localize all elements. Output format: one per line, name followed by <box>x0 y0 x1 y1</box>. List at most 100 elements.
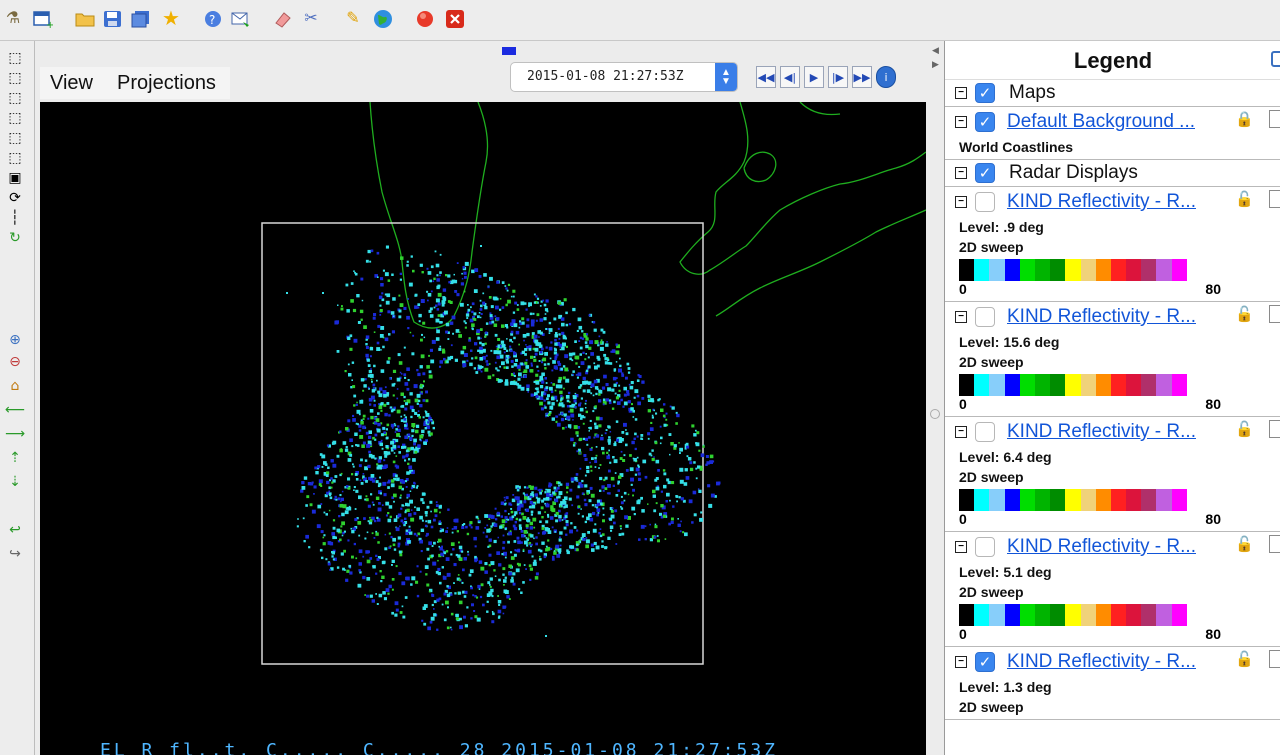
slider-icon[interactable]: ┆ <box>4 209 26 227</box>
wand-icon[interactable]: ⚗ <box>2 8 24 30</box>
trash-icon[interactable] <box>1269 305 1280 323</box>
echo-pixel <box>637 401 641 406</box>
lock-icon[interactable]: 🔓 <box>1235 190 1254 208</box>
save-icon[interactable] <box>102 8 124 30</box>
pan-up-icon[interactable]: ⇡ <box>4 449 26 467</box>
home-icon[interactable]: ⌂ <box>4 377 26 395</box>
echo-pixel <box>366 531 369 534</box>
collapse-icon[interactable]: − <box>955 541 967 553</box>
view-west-icon[interactable]: ⬚ <box>4 149 26 167</box>
radar-layer-checkbox[interactable] <box>975 307 995 327</box>
echo-pixel <box>551 526 554 529</box>
lock-icon[interactable]: 🔓 <box>1235 535 1254 553</box>
favorite-star-icon[interactable]: ★ <box>160 8 182 30</box>
collapse-right-icon[interactable]: ▶ <box>932 59 939 70</box>
collapse-icon[interactable]: − <box>955 87 967 99</box>
globe-icon[interactable] <box>372 8 394 30</box>
reset-rotate-icon[interactable]: ↻ <box>4 229 26 247</box>
undo-icon[interactable]: ↩ <box>4 521 26 539</box>
radar-layer-checkbox[interactable] <box>975 537 995 557</box>
radar-layer-link[interactable]: KIND Reflectivity - R... <box>1007 191 1196 213</box>
collapse-icon[interactable]: − <box>955 426 967 438</box>
echo-pixel <box>456 262 459 264</box>
zoom-out-icon[interactable]: ⊖ <box>4 353 26 371</box>
view-top-icon[interactable]: ⬚ <box>4 49 26 67</box>
pan-right-icon[interactable]: ⟶ <box>4 425 26 443</box>
record-icon[interactable] <box>414 8 436 30</box>
legend-window-icon[interactable] <box>1271 51 1280 67</box>
zoom-in-icon[interactable]: ⊕ <box>4 331 26 349</box>
collapse-icon[interactable]: − <box>955 196 967 208</box>
echo-pixel <box>548 413 551 416</box>
radar-group-checkbox[interactable]: ✓ <box>975 163 995 183</box>
radar-layer-checkbox[interactable] <box>975 422 995 442</box>
radar-layer-checkbox[interactable] <box>975 192 995 212</box>
echo-pixel <box>659 512 663 516</box>
map-layer-link[interactable]: Default Background ... <box>1007 111 1195 133</box>
view-box-icon[interactable]: ▣ <box>4 169 26 187</box>
lock-icon[interactable]: 🔓 <box>1235 305 1254 323</box>
animation-step-back-button[interactable]: ◀| <box>780 66 800 88</box>
view-bottom-icon[interactable]: ⬚ <box>4 69 26 87</box>
radar-layer-link[interactable]: KIND Reflectivity - R... <box>1007 421 1196 443</box>
menu-view[interactable]: View <box>40 67 107 99</box>
echo-pixel <box>614 441 617 444</box>
animation-info-button[interactable]: i <box>876 66 896 88</box>
lock-icon[interactable]: 🔓 <box>1235 420 1254 438</box>
radar-layer-link[interactable]: KIND Reflectivity - R... <box>1007 651 1196 673</box>
trash-icon[interactable] <box>1269 110 1280 128</box>
pan-down-icon[interactable]: ⇣ <box>4 473 26 491</box>
map-layer-checkbox[interactable]: ✓ <box>975 112 995 132</box>
new-window-icon[interactable]: + <box>32 8 54 30</box>
echo-pixel <box>402 521 405 525</box>
collapse-icon[interactable]: − <box>955 167 967 179</box>
collapse-icon[interactable]: − <box>955 311 967 323</box>
close-red-icon[interactable] <box>444 8 466 30</box>
maps-group-checkbox[interactable]: ✓ <box>975 83 995 103</box>
echo-pixel <box>347 419 351 423</box>
echo-pixel <box>609 399 612 402</box>
trash-icon[interactable] <box>1269 535 1280 553</box>
echo-pixel <box>679 447 683 452</box>
eraser-icon[interactable] <box>272 8 294 30</box>
rotate-3d-icon[interactable]: ⟳ <box>4 189 26 207</box>
splitter-handle-icon[interactable] <box>930 409 940 419</box>
lock-icon[interactable]: 🔓 <box>1235 650 1254 668</box>
view-north-icon[interactable]: ⬚ <box>4 89 26 107</box>
echo-pixel <box>398 451 401 454</box>
echo-pixel <box>385 514 388 517</box>
map-canvas[interactable]: EL R fl..t. C..... C..... 28 2015-01-08 … <box>40 102 926 755</box>
trash-icon[interactable] <box>1269 190 1280 208</box>
redo-icon[interactable]: ↪ <box>4 545 26 563</box>
cut-icon[interactable]: ✂ <box>300 8 322 30</box>
send-icon[interactable] <box>230 8 252 30</box>
radar-layer-checkbox[interactable]: ✓ <box>975 652 995 672</box>
view-east-icon[interactable]: ⬚ <box>4 109 26 127</box>
animation-play-button[interactable]: ▶ <box>804 66 824 88</box>
menu-projections[interactable]: Projections <box>107 67 230 99</box>
view-south-icon[interactable]: ⬚ <box>4 129 26 147</box>
echo-pixel <box>370 493 373 496</box>
panel-splitter[interactable]: ◀ ▶ <box>928 41 944 755</box>
radar-layer-link[interactable]: KIND Reflectivity - R... <box>1007 306 1196 328</box>
animation-last-button[interactable]: ▶▶ <box>852 66 872 88</box>
echo-pixel <box>433 508 438 513</box>
collapse-icon[interactable]: − <box>955 656 967 668</box>
help-icon[interactable]: ? <box>202 8 224 30</box>
chevron-up-down-icon[interactable]: ▲ ▼ <box>715 63 737 91</box>
trash-icon[interactable] <box>1269 420 1280 438</box>
animation-step-forward-button[interactable]: |▶ <box>828 66 848 88</box>
save-all-icon[interactable] <box>130 8 152 30</box>
animation-first-button[interactable]: ◀◀ <box>756 66 776 88</box>
trash-icon[interactable] <box>1269 650 1280 668</box>
radar-layer-link[interactable]: KIND Reflectivity - R... <box>1007 536 1196 558</box>
open-folder-icon[interactable] <box>74 8 96 30</box>
pencil-icon[interactable]: ✎ <box>342 8 364 30</box>
lock-icon[interactable]: 🔒 <box>1235 110 1254 128</box>
echo-pixel <box>354 271 356 274</box>
collapse-icon[interactable]: − <box>955 116 967 128</box>
collapse-left-icon[interactable]: ◀ <box>932 45 939 56</box>
pan-left-icon[interactable]: ⟵ <box>4 401 26 419</box>
echo-pixel <box>377 541 380 544</box>
time-selector[interactable]: 2015-01-08 21:27:53Z ▲ ▼ <box>510 62 738 92</box>
